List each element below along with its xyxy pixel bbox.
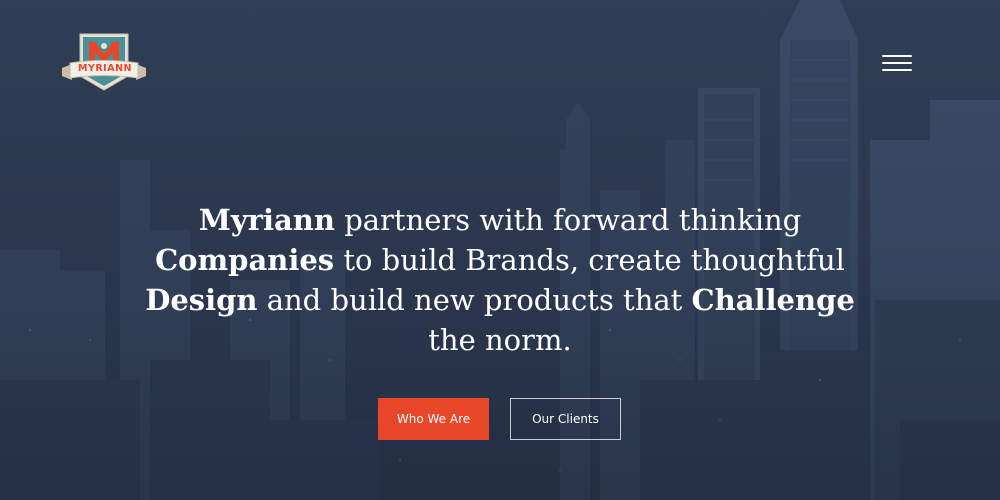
logo-crest-icon [62,33,146,91]
who-we-are-button[interactable]: Who We Are [378,398,489,440]
headline-text: partners with forward thinking [334,203,802,237]
headline-emphasis: Companies [155,243,335,277]
hamburger-icon [882,55,912,57]
headline-text: the norm. [428,323,572,357]
headline-emphasis: Myriann [198,203,335,237]
hero-headline: Myriann partners with forward thinking C… [140,200,860,360]
headline-text: to build Brands, create thoughtful [334,243,845,277]
hero-section: MYRIANN Myriann partners with forward th… [0,0,1000,500]
hamburger-icon [882,62,912,64]
myriann-logo[interactable]: MYRIANN [58,30,150,94]
hamburger-icon [882,69,912,71]
our-clients-button[interactable]: Our Clients [510,398,621,440]
logo-wordmark: MYRIANN [78,63,132,74]
headline-emphasis: Challenge [691,283,855,317]
hamburger-menu-button[interactable] [878,52,916,76]
headline-emphasis: Design [145,283,258,317]
headline-text: and build new products that [257,283,692,317]
